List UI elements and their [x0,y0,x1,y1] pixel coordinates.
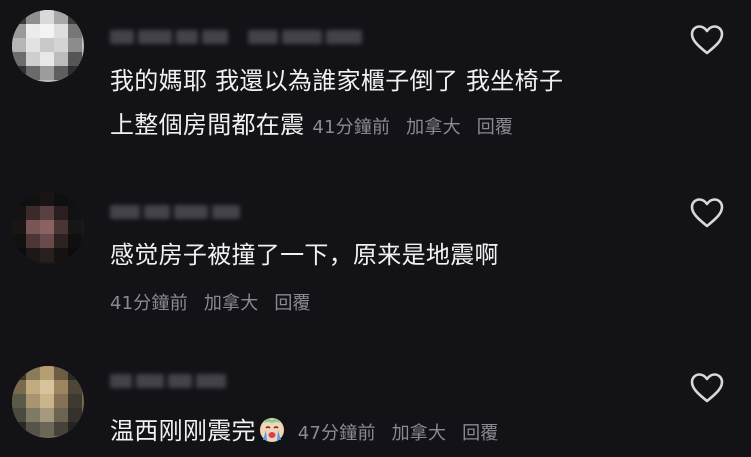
username-redacted[interactable] [110,205,240,223]
avatar[interactable] [12,10,84,82]
reply-button[interactable]: 回覆 [477,117,513,138]
comment-text: 温西刚刚震完 47分鐘前 加拿大 回覆 [110,409,670,456]
comments-panel: 我的媽耶 我還以為誰家櫃子倒了 我坐椅子 上整個房間都在震 41分鐘前 加拿大 … [0,0,751,457]
comment-text-line: 我的媽耶 我還以為誰家櫃子倒了 我坐椅子 [110,67,564,95]
reply-button[interactable]: 回覆 [462,423,498,444]
like-heart-icon[interactable] [690,197,724,229]
crying-face-icon [259,418,284,442]
timestamp: 41分鐘前 [110,293,188,314]
comment-meta: 41分鐘前 加拿大 回覆 [312,117,523,138]
comment-text: 我的媽耶 我還以為誰家櫃子倒了 我坐椅子 上整個房間都在震 41分鐘前 加拿大 … [110,59,670,150]
timestamp: 41分鐘前 [312,117,391,138]
like-heart-icon[interactable] [690,24,724,56]
avatar[interactable] [12,192,84,264]
comment-text-main: 温西刚刚震完 [110,417,256,445]
comment-text-tail: 上整個房間都在震 [110,111,305,139]
timestamp: 47分鐘前 [297,423,376,444]
avatar[interactable] [12,366,84,438]
location: 加拿大 [203,293,259,314]
comment-text: 感觉房子被撞了一下，原来是地震啊 [110,233,670,277]
like-heart-icon[interactable] [690,372,724,404]
reply-button[interactable]: 回覆 [274,293,310,314]
location: 加拿大 [406,117,461,138]
username-redacted[interactable] [110,30,362,48]
location: 加拿大 [391,423,447,444]
comment-meta: 47分鐘前 加拿大 回覆 [292,423,509,444]
comment-text-line: 感觉房子被撞了一下，原来是地震啊 [110,241,499,269]
comment-text-line: 上整個房間都在震 41分鐘前 加拿大 回覆 [110,103,670,150]
comment-text-line: 温西刚刚震完 47分鐘前 加拿大 回覆 [110,409,670,456]
comment-meta: 41分鐘前 加拿大 回覆 [110,289,321,315]
username-redacted[interactable] [110,374,226,392]
